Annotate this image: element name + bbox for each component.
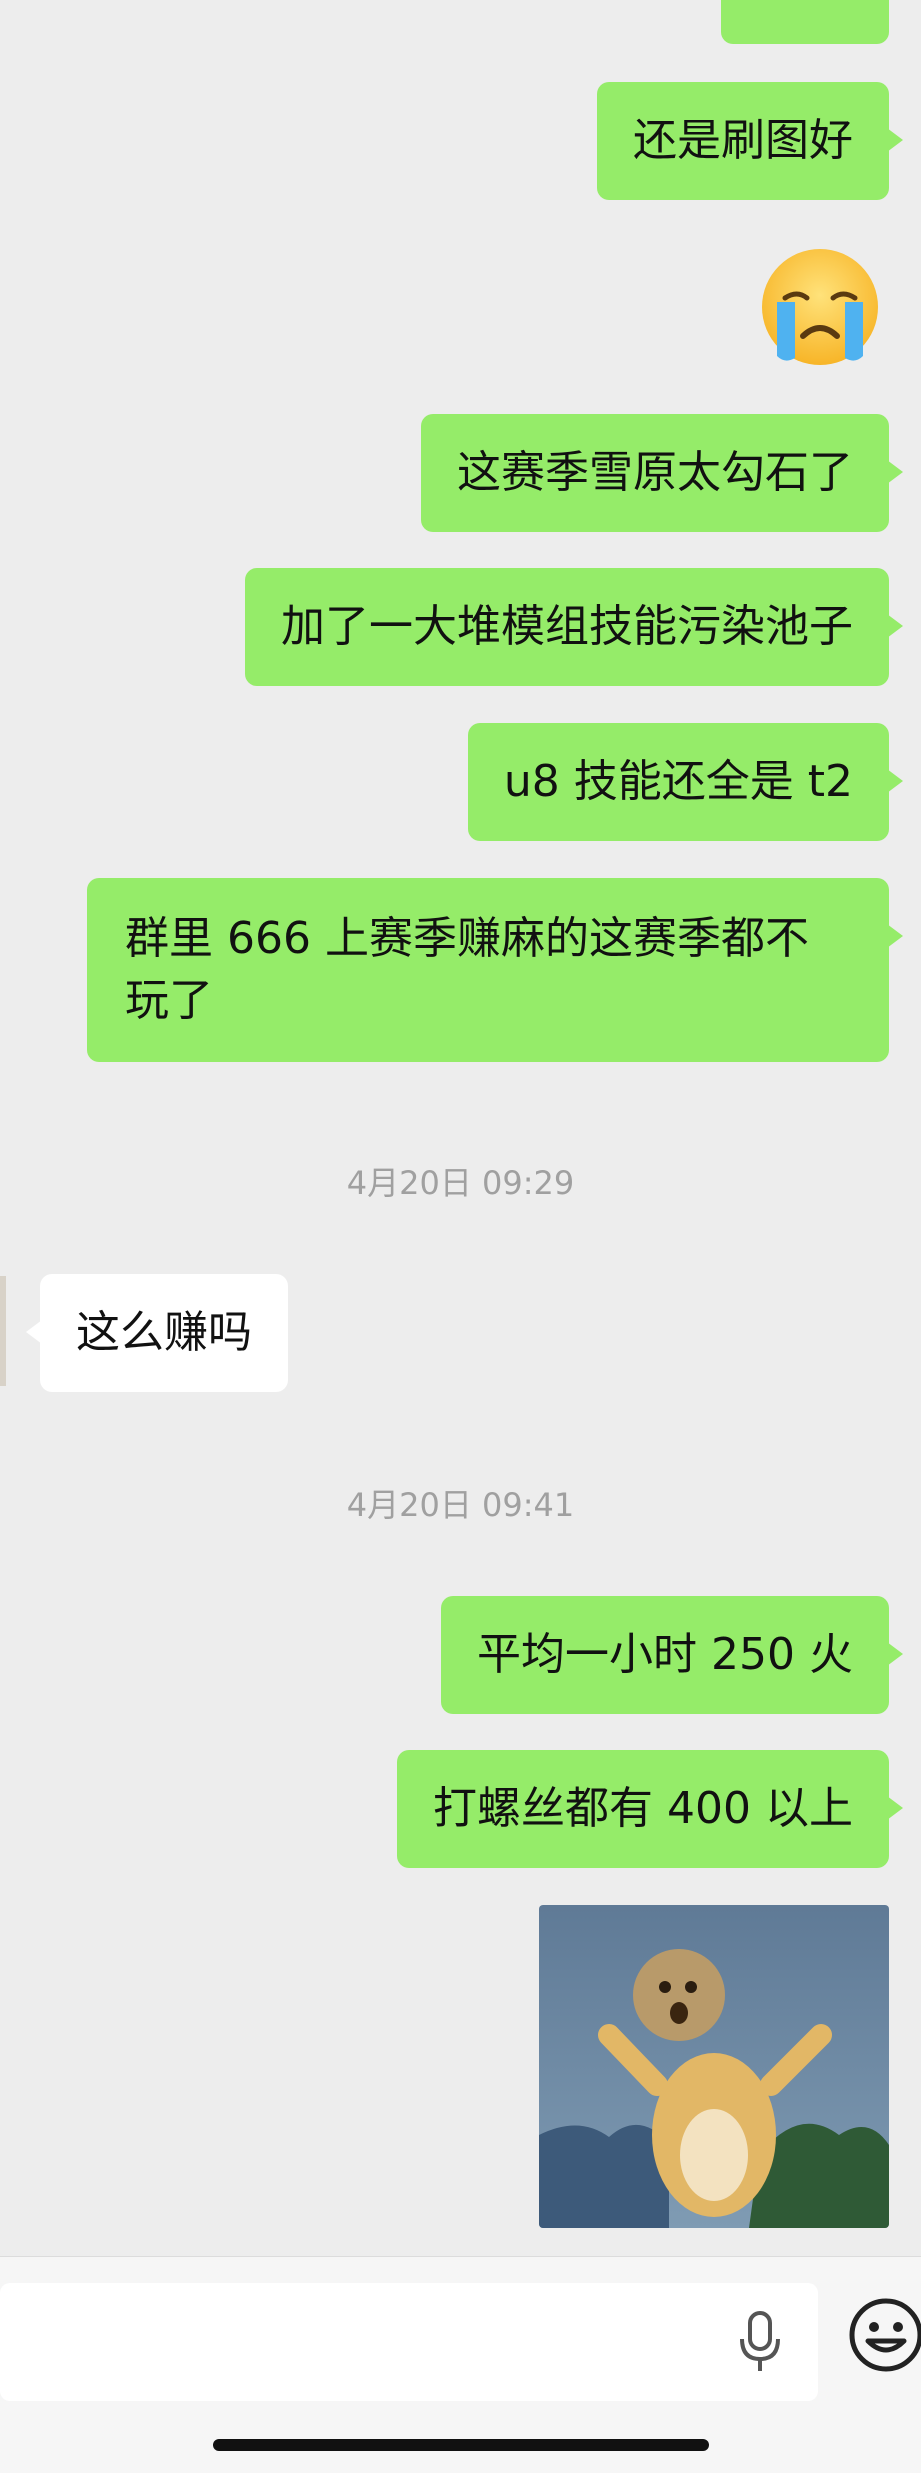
message-text: 打螺丝都有 400 以上 <box>433 1783 853 1834</box>
message-text: 加了一大堆模组技能污染池子 <box>281 601 853 652</box>
timestamp: 4月20日 09:29 <box>346 1164 575 1202</box>
message-text: u8 技能还全是 t2 <box>503 756 853 807</box>
message-bubble[interactable]: 这么赚吗 <box>26 1274 288 1392</box>
message-row: 群里 666 上赛季赚麻的这赛季都不玩了 <box>87 878 903 1062</box>
input-bar <box>0 2256 921 2473</box>
home-indicator[interactable] <box>213 2439 709 2451</box>
message-row: 这赛季雪原太勾石了 <box>421 414 903 532</box>
message-row: u8 技能还全是 t2 <box>467 723 904 841</box>
message-bubble[interactable]: u8 技能还全是 t2 <box>467 723 904 841</box>
image-message[interactable] <box>539 1905 889 2228</box>
message-text: 这么赚吗 <box>76 1307 252 1358</box>
message-bubble[interactable]: 还是刷图好 <box>597 82 903 200</box>
message-bubble[interactable]: 平均一小时 250 火 <box>441 1596 903 1714</box>
message-row: 打螺丝都有 400 以上 <box>397 1750 903 1868</box>
message-input[interactable] <box>0 2283 818 2401</box>
avatar[interactable] <box>0 1276 6 1386</box>
message-bubble[interactable]: 这赛季雪原太勾石了 <box>421 414 903 532</box>
smiley-icon[interactable] <box>848 2297 921 2373</box>
message-row: 平均一小时 250 火 <box>441 1596 903 1714</box>
microphone-icon[interactable] <box>738 2311 782 2373</box>
message-bubble[interactable]: 加了一大堆模组技能污染池子 <box>245 568 903 686</box>
timestamp: 4月20日 09:41 <box>346 1486 575 1524</box>
message-text: 平均一小时 250 火 <box>477 1629 853 1680</box>
message-row: 还是刷图好 <box>597 82 903 200</box>
message-text: 这赛季雪原太勾石了 <box>457 447 853 498</box>
message-bubble[interactable]: 群里 666 上赛季赚麻的这赛季都不玩了 <box>87 878 903 1062</box>
message-row: 加了一大堆模组技能污染池子 <box>245 568 903 686</box>
message-text: 还是刷图好 <box>633 115 853 166</box>
chat-area[interactable]: 还是刷图好 这赛季雪原太勾石了 加了一大堆模组技能污染池子 u8 技能还全是 t… <box>0 0 921 2256</box>
message-text: 群里 666 上赛季赚麻的这赛季都不玩了 <box>125 913 809 1026</box>
message-bubble[interactable]: 打螺丝都有 400 以上 <box>397 1750 903 1868</box>
message-bubble-partial[interactable] <box>721 0 889 44</box>
crying-face-icon[interactable] <box>755 246 885 368</box>
